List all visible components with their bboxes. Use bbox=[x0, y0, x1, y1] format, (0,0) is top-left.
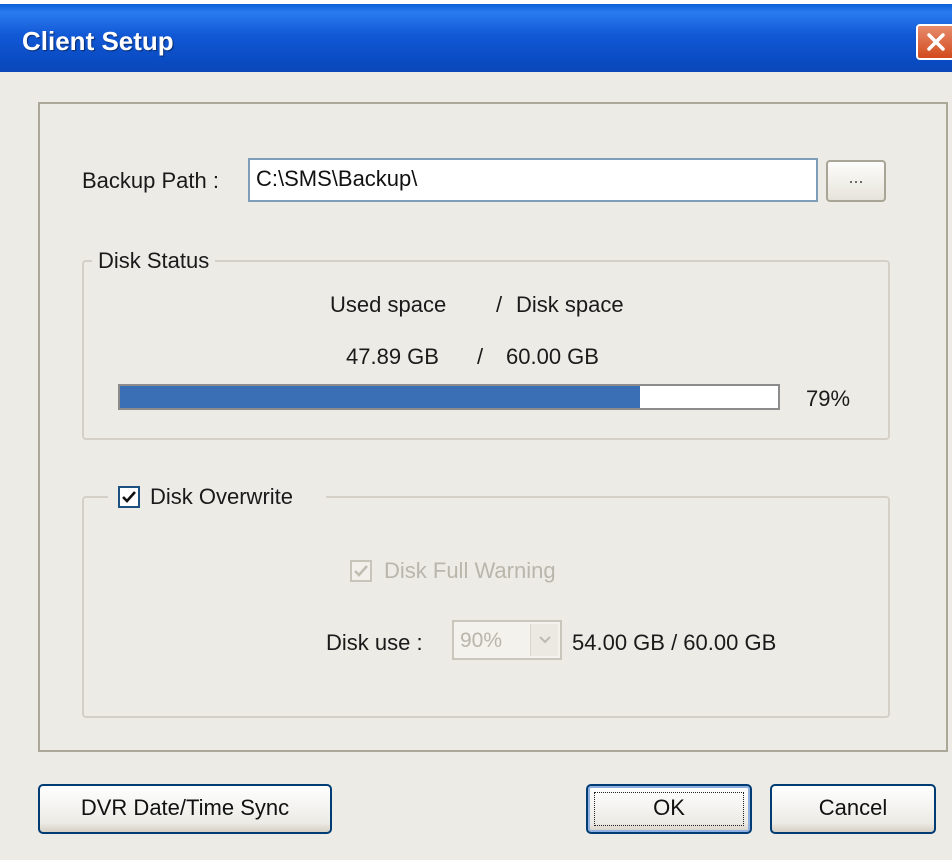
disk-status-group bbox=[82, 260, 890, 440]
browse-button[interactable]: ... bbox=[826, 160, 886, 202]
disk-full-warning-label: Disk Full Warning bbox=[384, 558, 556, 583]
space-header-separator: / bbox=[496, 292, 503, 317]
disk-usage-percent: 79% bbox=[806, 386, 851, 411]
backup-path-label: Backup Path : bbox=[82, 168, 219, 193]
disk-space-value: 60.00 GB bbox=[506, 344, 599, 369]
disk-use-dropdown-button[interactable] bbox=[530, 624, 558, 656]
disk-status-legend: Disk Status bbox=[92, 248, 216, 274]
client-setup-dialog: Client Setup Backup Path : C:\SMS\Backup… bbox=[0, 4, 952, 860]
close-button[interactable] bbox=[916, 24, 952, 60]
space-value-separator: / bbox=[477, 344, 484, 369]
disk-full-warning-checkbox[interactable] bbox=[350, 560, 372, 582]
disk-use-value: 90% bbox=[460, 629, 503, 652]
backup-path-field[interactable]: C:\SMS\Backup\ bbox=[248, 158, 818, 202]
title-bar[interactable]: Client Setup bbox=[0, 4, 952, 72]
disk-overwrite-checkbox[interactable] bbox=[118, 486, 140, 508]
used-space-value: 47.89 GB bbox=[346, 344, 439, 369]
progress-fill bbox=[120, 386, 640, 408]
focus-ring bbox=[594, 792, 744, 826]
dvr-date-time-sync-button[interactable]: DVR Date/Time Sync bbox=[38, 784, 332, 834]
cancel-button[interactable]: Cancel bbox=[770, 784, 936, 834]
ok-button[interactable]: OK bbox=[586, 784, 752, 834]
disk-use-summary: 54.00 GB / 60.00 GB bbox=[572, 630, 777, 655]
used-space-label: Used space bbox=[330, 292, 447, 317]
window-title: Client Setup bbox=[22, 26, 174, 56]
disk-space-label: Disk space bbox=[516, 292, 624, 317]
disk-overwrite-label[interactable]: Disk Overwrite bbox=[150, 484, 293, 510]
disk-use-select[interactable]: 90% bbox=[452, 620, 562, 660]
disk-usage-progress-bar bbox=[118, 384, 780, 410]
dialog-body: Backup Path : C:\SMS\Backup\ ... Disk St… bbox=[0, 72, 952, 860]
disk-use-label: Disk use : bbox=[326, 630, 423, 655]
disk-overwrite-group bbox=[82, 496, 890, 718]
